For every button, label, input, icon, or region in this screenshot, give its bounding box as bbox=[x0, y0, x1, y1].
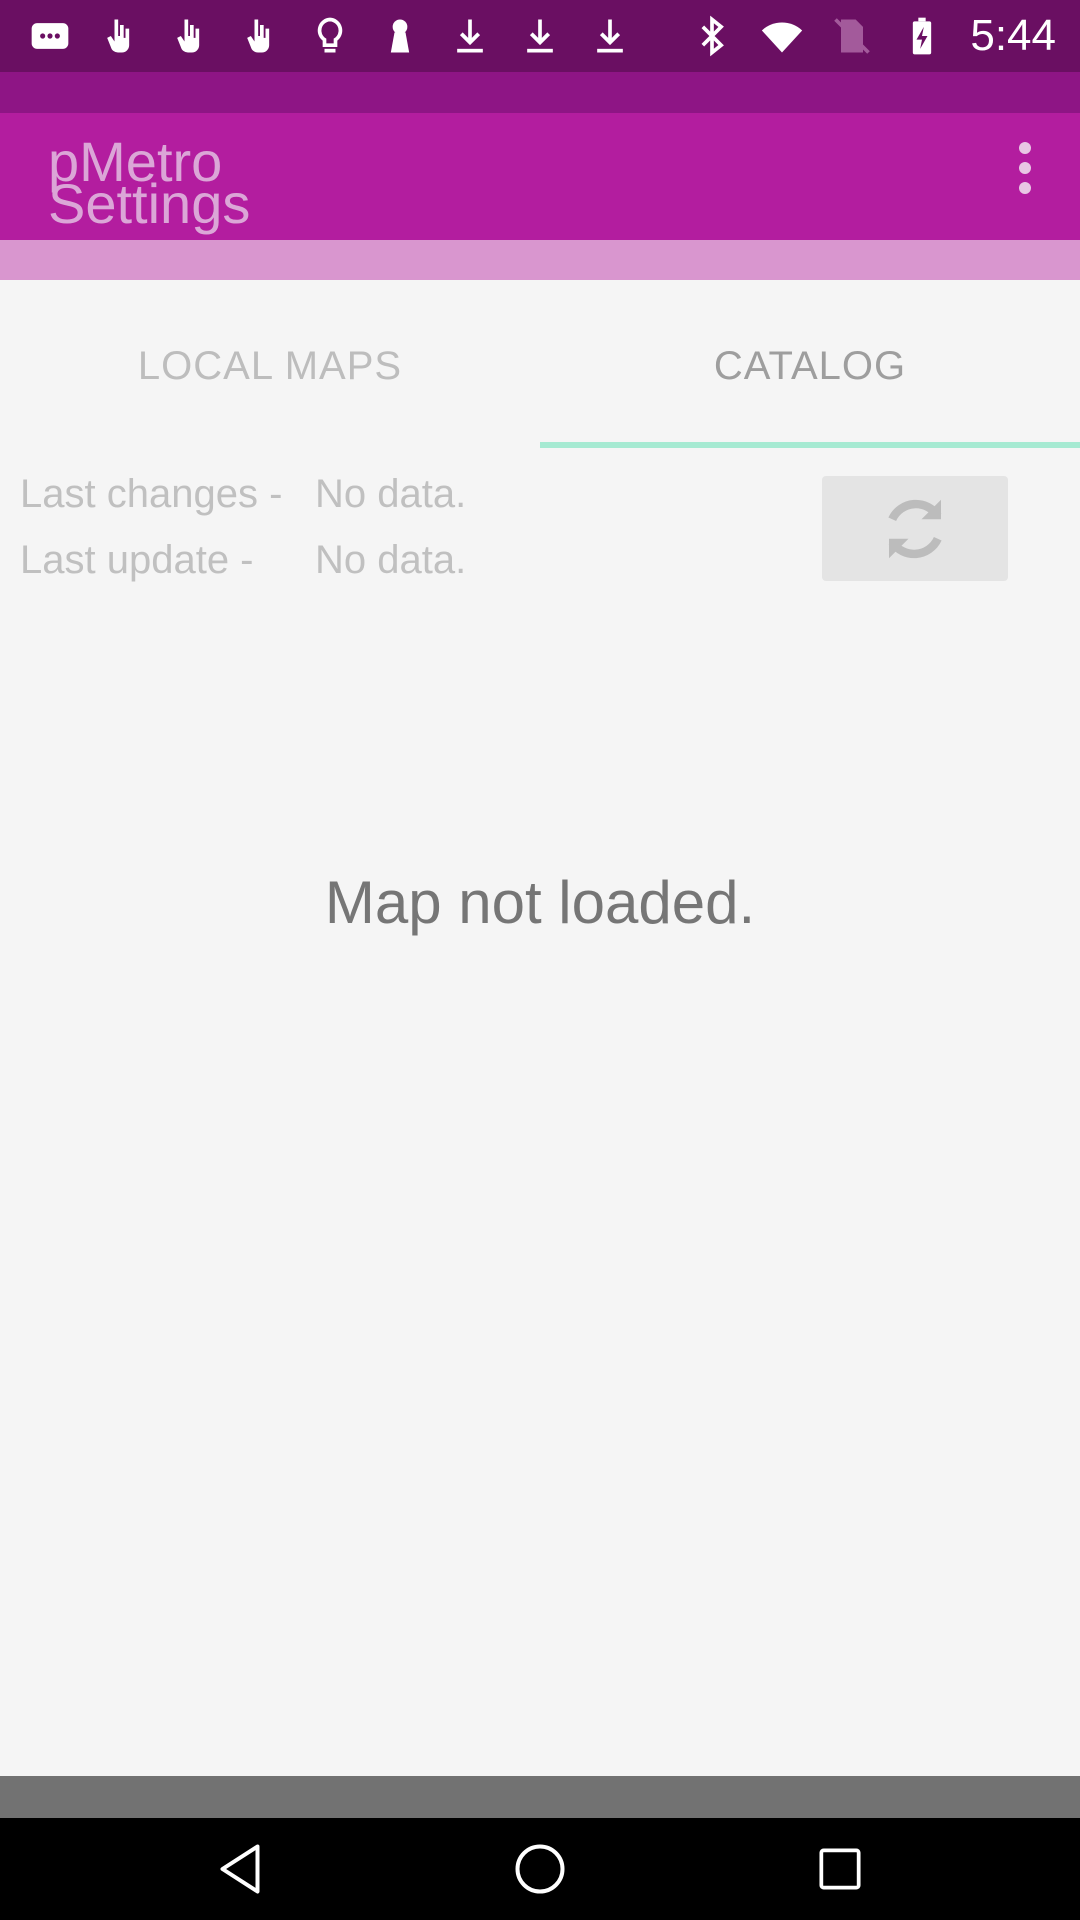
download-icon bbox=[448, 14, 492, 58]
chat-bubble-icon bbox=[28, 14, 72, 58]
tab-bar: LOCAL MAPS CATALOG bbox=[0, 282, 1080, 450]
tab-catalog[interactable]: CATALOG bbox=[540, 282, 1080, 450]
tab-local-maps[interactable]: LOCAL MAPS bbox=[0, 282, 540, 450]
more-vert-icon[interactable] bbox=[1000, 133, 1050, 203]
touch-icon bbox=[98, 14, 142, 58]
page-subtitle: Settings bbox=[48, 172, 251, 235]
back-icon bbox=[220, 1844, 260, 1894]
download-icon bbox=[588, 14, 632, 58]
touch-icon bbox=[238, 14, 282, 58]
lightbulb-icon bbox=[308, 14, 352, 58]
no-sim-icon bbox=[830, 14, 874, 58]
download-icon bbox=[518, 14, 562, 58]
touch-icon bbox=[168, 14, 212, 58]
status-bar: 5:44 bbox=[0, 0, 1080, 72]
empty-state-message: Map not loaded. bbox=[324, 869, 756, 936]
last-changes-label: Last changes - bbox=[20, 472, 283, 516]
bluetooth-icon bbox=[690, 14, 734, 58]
status-strip bbox=[0, 72, 1080, 113]
home-icon bbox=[515, 1844, 565, 1894]
toolbar-shadow bbox=[0, 240, 1080, 280]
last-update-value: No data. bbox=[315, 538, 467, 582]
tab-indicator bbox=[540, 442, 1080, 448]
last-changes-value: No data. bbox=[315, 472, 467, 516]
keyhole-icon bbox=[378, 14, 422, 58]
recent-apps-icon bbox=[819, 1848, 861, 1890]
refresh-button[interactable] bbox=[822, 476, 1008, 581]
status-clock: 5:44 bbox=[970, 11, 1056, 60]
recent-apps-button[interactable] bbox=[790, 1818, 890, 1920]
wifi-icon bbox=[760, 14, 804, 58]
back-button[interactable] bbox=[190, 1818, 290, 1920]
home-button[interactable] bbox=[490, 1818, 590, 1920]
app-toolbar: pMetro Settings bbox=[0, 113, 1080, 240]
last-update-label: Last update - bbox=[20, 538, 254, 582]
nav-bar-divider bbox=[0, 1776, 1080, 1818]
battery-charging-icon bbox=[900, 14, 944, 58]
refresh-icon bbox=[888, 499, 942, 558]
